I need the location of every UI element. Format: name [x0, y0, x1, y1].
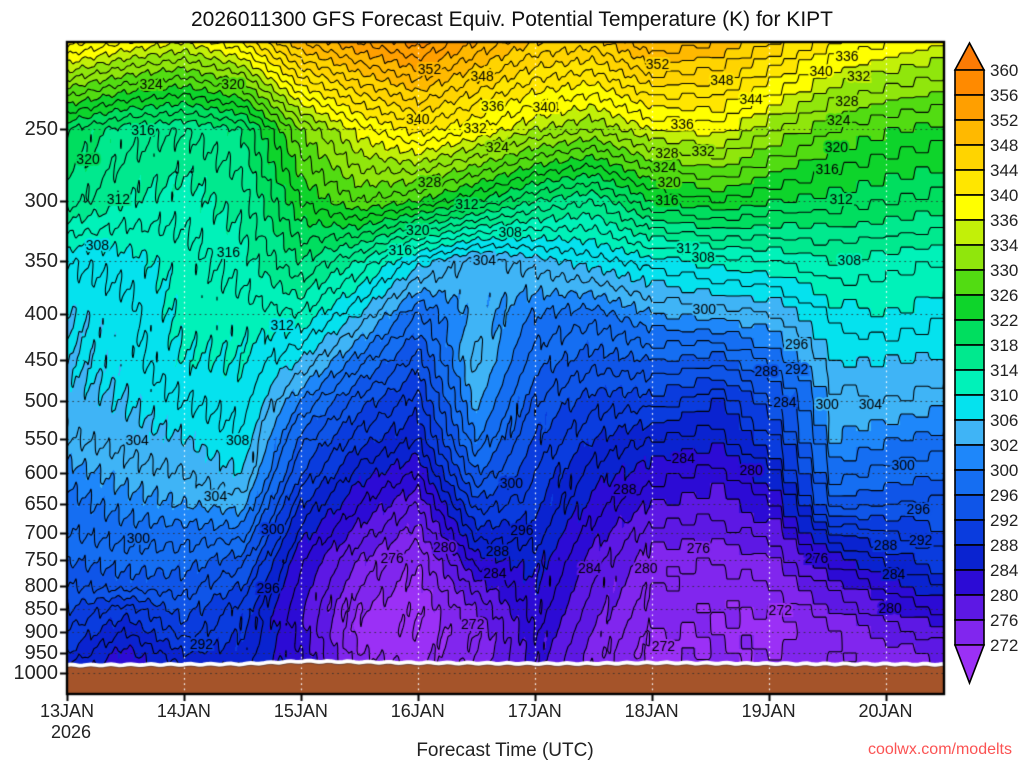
- colorbar-tick-label: 326: [990, 286, 1019, 305]
- pressure-tick-label: 550: [24, 427, 58, 450]
- colorbar-cell: [954, 519, 985, 546]
- pressure-tick-label: 450: [24, 348, 58, 371]
- pressure-tick-label: 900: [24, 620, 58, 643]
- time-tick-label: 13JAN: [39, 701, 95, 721]
- colorbar-tick-label: 322: [990, 311, 1019, 330]
- colorbar-tick-label: 302: [990, 436, 1019, 455]
- colorbar-arrow-up: [953, 41, 986, 71]
- colorbar-tick-label: 340: [990, 186, 1019, 205]
- pressure-tick-label: 650: [24, 493, 58, 516]
- pressure-tick-label: 250: [24, 118, 58, 141]
- colorbar-cell: [954, 419, 985, 446]
- colorbar-cell: [954, 169, 985, 196]
- colorbar-tick-label: 352: [990, 111, 1019, 130]
- colorbar-tick-label: 318: [990, 336, 1019, 355]
- colorbar-tick-label: 330: [990, 261, 1019, 280]
- colorbar-tick-label: 292: [990, 511, 1019, 530]
- colorbar-cell: [954, 69, 985, 96]
- watermark-link[interactable]: coolwx.com/modelts: [712, 741, 1012, 759]
- time-tick-label: 15JAN: [273, 701, 328, 721]
- time-tick-label: 19JAN: [741, 701, 796, 721]
- colorbar-cell: [954, 369, 985, 396]
- colorbar-tick-label: 360: [990, 61, 1019, 80]
- colorbar-cell: [954, 569, 985, 596]
- pressure-tick-label: 1000: [13, 662, 59, 684]
- colorbar-tick-label: 280: [990, 586, 1019, 605]
- pressure-tick-label: 600: [24, 461, 58, 484]
- colorbar-cell: [954, 294, 985, 321]
- pressure-tick-label: 400: [24, 302, 58, 325]
- colorbar-tick-label: 334: [990, 236, 1019, 255]
- colorbar-tick-label: 288: [990, 536, 1019, 555]
- colorbar-cell: [954, 194, 985, 221]
- colorbar-cell: [954, 594, 985, 621]
- colorbar-cell: [954, 344, 985, 371]
- colorbar-tick-label: 276: [990, 611, 1019, 630]
- colorbar-tick-label: 284: [990, 561, 1019, 580]
- colorbar-cell: [954, 244, 985, 271]
- colorbar-cell: [954, 544, 985, 571]
- pressure-tick-label: 850: [24, 598, 58, 621]
- contour-plot-canvas: [0, 0, 1024, 768]
- pressure-tick-label: 700: [24, 522, 58, 545]
- colorbar-cell: [954, 144, 985, 171]
- time-tick-label: 14JAN: [156, 701, 211, 721]
- colorbar-tick-label: 336: [990, 211, 1019, 230]
- colorbar-tick-label: 300: [990, 461, 1019, 480]
- colorbar-cell: [954, 619, 985, 646]
- time-tick-label: 16JAN: [390, 701, 445, 721]
- theta-e-cross-section-figure: 2026011300 GFS Forecast Equiv. Potential…: [0, 0, 1024, 768]
- pressure-tick-label: 750: [24, 549, 58, 572]
- pressure-tick-label: 350: [24, 250, 58, 273]
- colorbar-cell: [954, 269, 985, 296]
- colorbar-tick-label: 306: [990, 411, 1019, 430]
- time-tick-label: 17JAN: [507, 701, 562, 721]
- colorbar-tick-label: 310: [990, 386, 1019, 405]
- colorbar-tick-label: 356: [990, 86, 1019, 105]
- time-tick-label: 18JAN: [624, 701, 679, 721]
- colorbar: [953, 41, 986, 686]
- colorbar-cell: [954, 494, 985, 521]
- pressure-tick-label: 500: [24, 390, 58, 413]
- pressure-tick-label: 300: [24, 189, 58, 212]
- colorbar-cell: [954, 219, 985, 246]
- page-title: 2026011300 GFS Forecast Equiv. Potential…: [191, 8, 833, 31]
- colorbar-tick-label: 296: [990, 486, 1019, 505]
- colorbar-tick-label: 348: [990, 136, 1019, 155]
- colorbar-cell: [954, 94, 985, 121]
- colorbar-cell: [954, 394, 985, 421]
- colorbar-tick-label: 272: [990, 636, 1019, 655]
- x-axis-title: Forecast Time (UTC): [416, 740, 594, 761]
- colorbar-cell: [954, 319, 985, 346]
- colorbar-tick-label: 314: [990, 361, 1019, 380]
- year-label: 2026: [50, 722, 92, 742]
- colorbar-cell: [954, 119, 985, 146]
- colorbar-cell: [954, 469, 985, 496]
- colorbar-tick-label: 344: [990, 161, 1019, 180]
- colorbar-cell: [954, 444, 985, 471]
- pressure-tick-label: 800: [24, 574, 58, 597]
- colorbar-arrow-down: [953, 644, 986, 686]
- time-tick-label: 20JAN: [858, 701, 913, 721]
